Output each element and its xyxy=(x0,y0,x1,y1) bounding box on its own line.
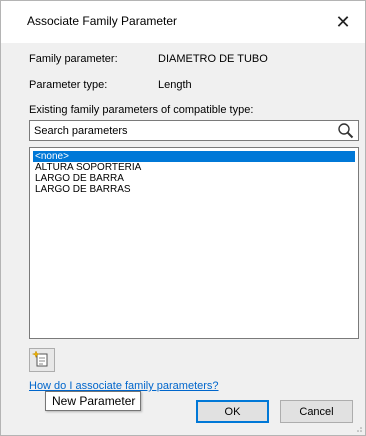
search-box xyxy=(29,120,359,141)
parameter-type-value: Length xyxy=(158,79,192,91)
title-bar: Associate Family Parameter ✕ xyxy=(1,1,365,43)
parameter-list[interactable]: <none> ALTURA SOPORTERIA LARGO DE BARRA … xyxy=(29,147,359,339)
list-item[interactable]: LARGO DE BARRAS xyxy=(33,184,355,195)
close-icon: ✕ xyxy=(335,11,351,32)
cancel-button[interactable]: Cancel xyxy=(280,400,353,423)
dialog-title: Associate Family Parameter xyxy=(27,14,178,28)
search-icon[interactable] xyxy=(337,122,355,139)
parameter-type-label: Parameter type: xyxy=(29,79,108,91)
list-item[interactable]: LARGO DE BARRA xyxy=(33,173,355,184)
ok-button[interactable]: OK xyxy=(196,400,269,423)
resize-grip-icon[interactable] xyxy=(353,423,363,433)
list-item[interactable]: ALTURA SOPORTERIA xyxy=(33,162,355,173)
existing-parameters-label: Existing family parameters of compatible… xyxy=(29,104,254,116)
new-parameter-button[interactable] xyxy=(29,348,55,372)
family-parameter-value: DIAMETRO DE TUBO xyxy=(158,53,268,65)
associate-family-parameter-dialog: Associate Family Parameter ✕ Family para… xyxy=(0,0,366,436)
new-parameter-icon xyxy=(31,350,48,367)
new-parameter-tooltip: New Parameter xyxy=(45,391,141,411)
family-parameter-label: Family parameter: xyxy=(29,53,118,65)
close-button[interactable]: ✕ xyxy=(321,1,365,43)
list-item[interactable]: <none> xyxy=(33,151,355,162)
search-input[interactable] xyxy=(30,121,330,140)
